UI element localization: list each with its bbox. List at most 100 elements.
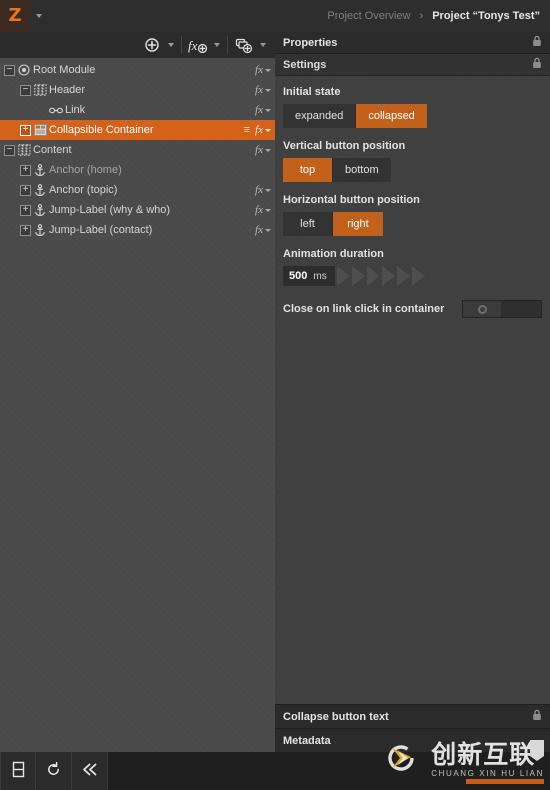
- tree-expander-toggle[interactable]: +: [20, 124, 31, 136]
- initial-state-segmented-control[interactable]: expanded collapsed: [283, 104, 427, 128]
- field-initial-state: Initial state expanded collapsed: [275, 86, 550, 128]
- field-horizontal-position: Horizontal button position left right: [275, 194, 550, 236]
- rewind-icon: [81, 762, 99, 780]
- add-module-dropdown[interactable]: [256, 43, 269, 47]
- animation-duration-slider[interactable]: 500 ms: [283, 266, 542, 286]
- link-icon: [47, 106, 65, 115]
- tree-panel: fx − Root Module fx − Header fx Link fx + Collaps…: [0, 32, 275, 752]
- settings-title: Settings: [283, 58, 327, 71]
- breadcrumb: Project Overview › Project “Tonys Test”: [327, 0, 550, 32]
- tree-row[interactable]: Link fx: [0, 100, 275, 120]
- tree-row-fx-button[interactable]: fx: [255, 104, 271, 116]
- lock-icon[interactable]: [532, 35, 542, 50]
- element-tree[interactable]: − Root Module fx − Header fx Link fx + Collapsibl…: [0, 58, 275, 752]
- tree-row-fx-button[interactable]: fx: [255, 204, 271, 216]
- chevron-down-icon: [265, 68, 271, 72]
- lock-icon[interactable]: [532, 57, 542, 72]
- tree-expander-toggle[interactable]: +: [20, 184, 31, 196]
- tree-row-label: Content: [33, 144, 72, 156]
- initial-state-label: Initial state: [283, 86, 341, 98]
- segment-option-right[interactable]: right: [333, 212, 383, 236]
- tree-expander-toggle[interactable]: +: [20, 204, 31, 216]
- metadata-label: Metadata: [283, 734, 331, 747]
- breadcrumb-parent[interactable]: Project Overview: [327, 10, 410, 22]
- tree-row-actions: fx: [255, 144, 271, 156]
- settings-body: Initial state expanded collapsed Vertical…: [275, 76, 550, 395]
- tree-row[interactable]: + Anchor (topic) fx: [0, 180, 275, 200]
- breadcrumb-current[interactable]: Project “Tonys Test”: [432, 10, 540, 22]
- chevron-down-icon: [265, 208, 271, 212]
- tree-row-menu-icon[interactable]: ≡: [244, 124, 250, 136]
- tree-expander-toggle[interactable]: −: [4, 64, 15, 76]
- close-on-link-click-toggle[interactable]: [462, 300, 542, 318]
- chevron-down-icon: [265, 148, 271, 152]
- tree-row-label: Root Module: [33, 64, 96, 76]
- tree-row-label: Anchor (topic): [49, 184, 118, 196]
- properties-title: Properties: [283, 36, 338, 49]
- segment-option-top[interactable]: top: [283, 158, 333, 182]
- settings-header[interactable]: Settings: [275, 54, 550, 76]
- chevron-right-icon: [351, 266, 365, 286]
- chevron-down-icon: [167, 43, 174, 47]
- tree-row-fx-button[interactable]: fx: [255, 184, 271, 196]
- toolbar-divider: [181, 36, 182, 54]
- segment-option-collapsed[interactable]: collapsed: [356, 104, 427, 128]
- properties-filler: [275, 395, 550, 704]
- collapse-button-text-section[interactable]: Collapse button text: [275, 704, 550, 728]
- tree-row[interactable]: − Content fx: [0, 140, 275, 160]
- segment-option-bottom[interactable]: bottom: [333, 158, 391, 182]
- segment-option-left[interactable]: left: [283, 212, 333, 236]
- refresh-button[interactable]: [36, 752, 72, 790]
- svg-text:fx: fx: [188, 38, 198, 53]
- tree-row-label: Header: [49, 84, 86, 96]
- logo-glyph: Z: [8, 5, 22, 26]
- lock-icon[interactable]: [532, 709, 542, 724]
- tree-row[interactable]: + Jump-Label (why & who) fx: [0, 200, 275, 220]
- refresh-icon: [45, 761, 62, 781]
- plus-circle-icon: [140, 35, 164, 55]
- tree-row-fx-button[interactable]: fx: [255, 84, 271, 96]
- add-module-button[interactable]: [230, 34, 271, 56]
- chevron-right-icon: [366, 266, 380, 286]
- properties-panel: Properties Settings Initial state expand…: [275, 32, 550, 752]
- chevron-down-icon: [213, 43, 220, 47]
- tree-row-fx-button[interactable]: fx: [255, 124, 271, 136]
- tree-row[interactable]: + Anchor (home): [0, 160, 275, 180]
- tree-expander-toggle[interactable]: +: [20, 164, 31, 176]
- tree-row[interactable]: − Header fx: [0, 80, 275, 100]
- tree-row-label: Anchor (home): [49, 164, 122, 176]
- tree-expander-toggle[interactable]: −: [20, 84, 31, 96]
- vertical-position-segmented-control[interactable]: top bottom: [283, 158, 391, 182]
- slider-track[interactable]: [335, 266, 425, 286]
- layout-panel-button[interactable]: [0, 752, 36, 790]
- animation-duration-value-box[interactable]: 500 ms: [283, 266, 335, 286]
- chevron-right-icon: [336, 266, 350, 286]
- tree-row[interactable]: + Collapsible Container ≡ fx: [0, 120, 275, 140]
- tree-row-fx-button[interactable]: fx: [255, 64, 271, 76]
- tree-row-fx-button[interactable]: fx: [255, 144, 271, 156]
- add-element-dropdown[interactable]: [164, 43, 177, 47]
- tree-row[interactable]: + Jump-Label (contact) fx: [0, 220, 275, 240]
- breadcrumb-separator-icon: ›: [419, 10, 424, 22]
- segment-option-expanded[interactable]: expanded: [283, 104, 357, 128]
- vertical-position-label: Vertical button position: [283, 140, 406, 152]
- tree-row-fx-button[interactable]: fx: [255, 224, 271, 236]
- app-menu-dropdown[interactable]: [30, 0, 48, 32]
- add-function-button[interactable]: fx: [184, 34, 225, 56]
- add-element-button[interactable]: [138, 34, 179, 56]
- chevron-right-icon: [411, 266, 425, 286]
- metadata-section[interactable]: Metadata: [275, 728, 550, 752]
- container-icon: [31, 84, 49, 96]
- bottom-bar: [0, 752, 550, 790]
- tree-row[interactable]: − Root Module fx: [0, 60, 275, 80]
- tree-expander-toggle[interactable]: −: [4, 144, 15, 156]
- main-body: fx − Root Module fx − Header fx Link fx + Collaps…: [0, 32, 550, 752]
- top-bar: Z Project Overview › Project “Tonys Test…: [0, 0, 550, 32]
- add-function-dropdown[interactable]: [210, 43, 223, 47]
- tree-expander-toggle[interactable]: +: [20, 224, 31, 236]
- tree-row-actions: fx: [255, 204, 271, 216]
- app-logo[interactable]: Z: [0, 0, 30, 32]
- horizontal-position-segmented-control[interactable]: left right: [283, 212, 383, 236]
- chevron-down-icon: [259, 43, 266, 47]
- rewind-button[interactable]: [72, 752, 108, 790]
